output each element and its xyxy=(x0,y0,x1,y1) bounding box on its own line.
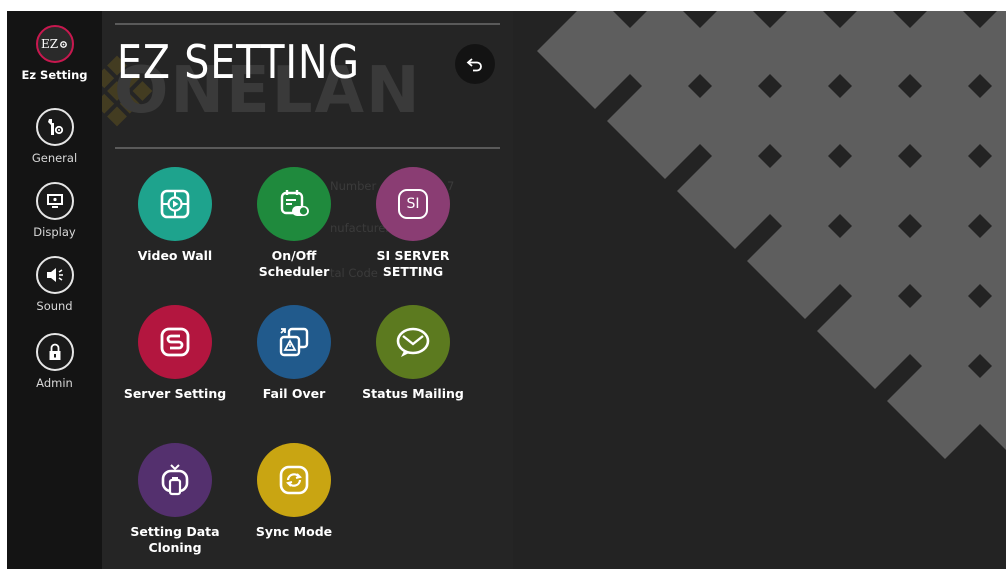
scheduler-icon xyxy=(257,167,331,241)
background-artwork xyxy=(513,11,1006,569)
tile-label: Sync Mode xyxy=(255,524,333,539)
lock-icon xyxy=(35,333,74,371)
ez-glyph: EZ xyxy=(40,37,59,51)
server-icon xyxy=(138,305,212,379)
sidebar: EZ Ez Setting General Display Sound Admi… xyxy=(7,11,102,569)
si-server-icon: SI xyxy=(376,167,450,241)
sidebar-item-sound[interactable]: Sound xyxy=(7,256,102,313)
mail-icon xyxy=(376,305,450,379)
display-icon xyxy=(35,182,74,220)
wrench-gear-icon xyxy=(35,108,74,146)
tile-label: Status Mailing xyxy=(362,386,464,401)
sidebar-item-general[interactable]: General xyxy=(7,108,102,165)
diamond-pattern xyxy=(537,11,1006,459)
page-title: EZ SETTING xyxy=(117,35,360,89)
ez-setting-icon: EZ xyxy=(35,25,74,63)
tile-label: SI SERVER SETTING xyxy=(376,248,450,279)
sidebar-item-label: General xyxy=(31,151,78,165)
sidebar-item-label: Ez Setting xyxy=(21,68,88,82)
tile-si-server-setting[interactable]: SI SI SERVER SETTING xyxy=(358,167,468,280)
title-divider xyxy=(115,147,500,149)
sidebar-item-label: Display xyxy=(33,225,76,239)
signage-screen: EZ Ez Setting General Display Sound Admi… xyxy=(7,11,1006,569)
si-glyph: SI xyxy=(398,189,428,219)
tile-sync-mode[interactable]: Sync Mode xyxy=(239,443,349,540)
fail-over-icon xyxy=(257,305,331,379)
tile-label: Setting Data Cloning xyxy=(130,524,220,555)
sidebar-item-display[interactable]: Display xyxy=(7,182,102,239)
back-button[interactable] xyxy=(455,44,495,84)
sidebar-item-label: Sound xyxy=(36,299,73,313)
tile-on-off-scheduler[interactable]: On/Off Scheduler xyxy=(239,167,349,280)
tile-label: On/Off Scheduler xyxy=(258,248,330,279)
tile-label: Server Setting xyxy=(123,386,227,401)
sidebar-item-ez-setting[interactable]: EZ Ez Setting xyxy=(7,25,102,82)
ez-setting-panel: ONELAN EZ SETTING Number 7 nufacturer ta… xyxy=(102,11,513,569)
top-divider xyxy=(115,23,500,25)
tile-server-setting[interactable]: Server Setting xyxy=(120,305,230,402)
tile-label: Fail Over xyxy=(262,386,326,401)
tile-label: Video Wall xyxy=(137,248,213,263)
cloning-icon xyxy=(138,443,212,517)
speaker-icon xyxy=(35,256,74,294)
video-wall-icon xyxy=(138,167,212,241)
ez-gear-icon xyxy=(60,40,67,48)
sidebar-item-label: Admin xyxy=(36,376,73,390)
sync-icon xyxy=(257,443,331,517)
tile-setting-data-cloning[interactable]: Setting Data Cloning xyxy=(120,443,230,556)
tile-fail-over[interactable]: Fail Over xyxy=(239,305,349,402)
sidebar-item-admin[interactable]: Admin xyxy=(7,333,102,390)
tile-status-mailing[interactable]: Status Mailing xyxy=(358,305,468,402)
back-arrow-icon xyxy=(466,58,482,72)
tile-video-wall[interactable]: Video Wall xyxy=(120,167,230,264)
